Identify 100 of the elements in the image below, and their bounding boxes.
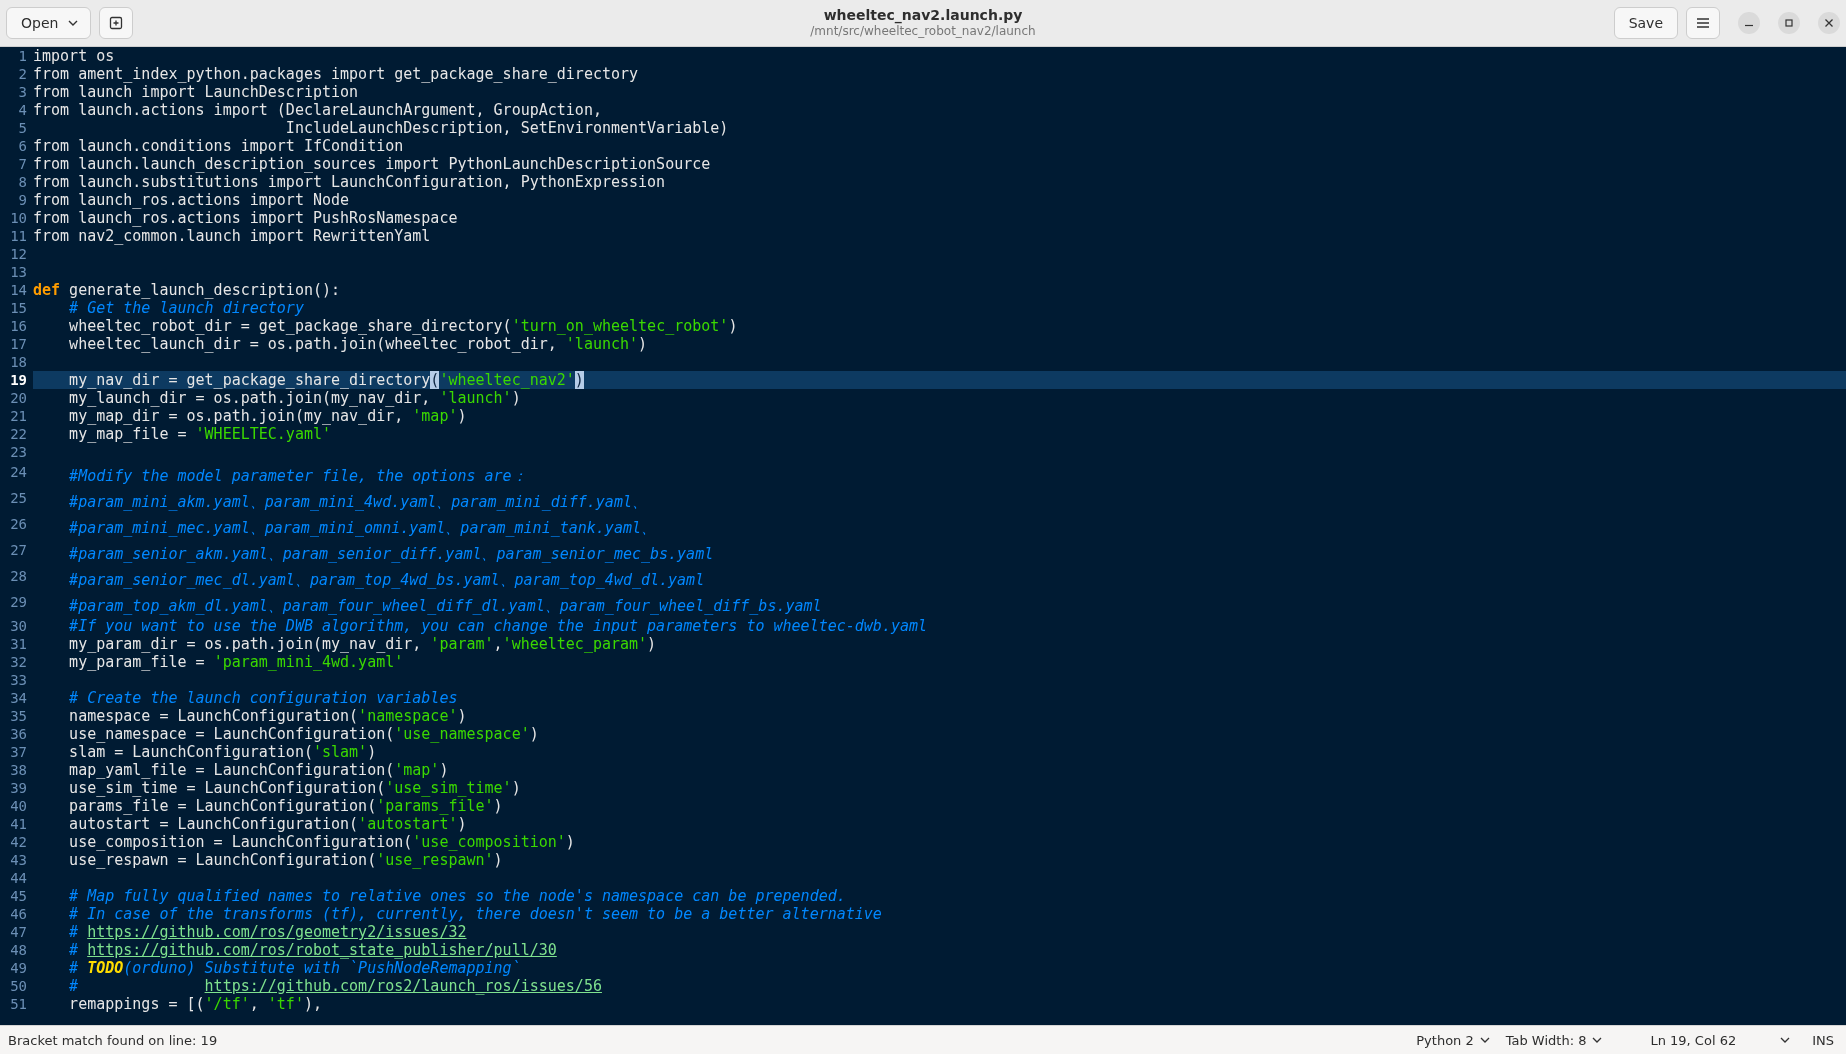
code-line: #param_top_akm_dl.yaml、param_four_wheel_diff_dl.yaml、param_four_wheel_diff_bs.yaml [68, 596, 823, 617]
caret-icon [1479, 1037, 1490, 1043]
line-number: 9 [17, 191, 28, 209]
line-number: 27 [9, 541, 28, 560]
code-line: # In case of the transforms (tf), currently, there doesn't seem to be a better alternative [68, 905, 883, 923]
code-line: my_map_file = 'WHEELTEC.yaml' [68, 425, 333, 443]
line-number: 35 [9, 707, 28, 725]
url-text: https://github.com/ros/geometry2/issues/32 [87, 923, 467, 941]
code-line: # Create the launch configuration variables [68, 689, 459, 707]
code-line: use_namespace = LaunchConfiguration('use_namespace') [68, 725, 540, 743]
code-line: from launch import LaunchDescription [33, 83, 360, 101]
line-number: 49 [9, 959, 28, 977]
code-line: #If you want to use the DWB algorithm, you can change the input parameters to wheeltec-dwb.yaml [68, 617, 929, 635]
code-line: use_composition = LaunchConfiguration('use_composition') [68, 833, 576, 851]
line-number: 17 [9, 335, 28, 353]
line-number: 20 [9, 389, 28, 407]
line-number: 48 [9, 941, 28, 959]
line-number: 15 [9, 299, 28, 317]
code-line: from nav2_common.launch import RewrittenYaml [33, 227, 432, 245]
caret-icon [68, 20, 79, 26]
line-number: 39 [9, 779, 28, 797]
line-number: 16 [9, 317, 28, 335]
line-number: 10 [9, 209, 28, 227]
line-number: 3 [17, 83, 28, 101]
code-line: #param_mini_mec.yaml、param_mini_omni.yaml、param_mini_tank.yaml、 [68, 518, 657, 539]
file-path: /mnt/src/wheeltec_robot_nav2/launch [810, 24, 1036, 39]
line-number: 37 [9, 743, 28, 761]
line-number: 30 [9, 617, 28, 635]
line-number: 43 [9, 851, 28, 869]
open-button[interactable]: Open [6, 7, 92, 39]
line-number: 32 [9, 653, 28, 671]
new-tab-button[interactable] [99, 7, 134, 39]
menu-button[interactable] [1686, 7, 1720, 39]
code-line: remappings = [('/tf', 'tf'), [68, 995, 323, 1013]
line-number: 41 [9, 815, 28, 833]
line-number: 50 [9, 977, 28, 995]
line-number: 7 [17, 155, 28, 173]
new-tab-icon [109, 16, 124, 30]
code-line: # TODO(orduno) Substitute with `PushNodeRemapping` [68, 959, 522, 977]
code-line: my_param_dir = os.path.join(my_nav_dir, 'param','wheeltec_param') [68, 635, 658, 653]
code-line: wheeltec_robot_dir = get_package_share_directory('turn_on_wheeltec_robot') [68, 317, 739, 335]
code-line: use_sim_time = LaunchConfiguration('use_sim_time') [68, 779, 522, 797]
save-button[interactable]: Save [1613, 7, 1678, 39]
line-number: 2 [17, 65, 28, 83]
line-number: 42 [9, 833, 28, 851]
line-number: 51 [9, 995, 28, 1013]
line-number: 28 [9, 567, 28, 586]
line-number: 34 [9, 689, 28, 707]
code-line: def generate_launch_description(): [33, 281, 342, 299]
code-line: from launch.substitutions import LaunchConfiguration, PythonExpression [33, 173, 667, 191]
code-line: from ament_index_python.packages import get_package_share_directory [33, 65, 640, 83]
line-number: 33 [9, 671, 28, 689]
code-line: namespace = LaunchConfiguration('namespace') [68, 707, 468, 725]
caret-icon [1592, 1037, 1603, 1043]
line-number: 18 [9, 353, 28, 371]
line-number: 6 [17, 137, 28, 155]
line-number: 14 [9, 281, 28, 299]
line-number: 12 [9, 245, 28, 263]
maximize-button[interactable] [1778, 12, 1800, 34]
code-line: my_param_file = 'param_mini_4wd.yaml' [68, 653, 405, 671]
line-number: 5 [17, 119, 28, 137]
url-text: https://github.com/ros2/launch_ros/issues/56 [204, 977, 602, 995]
code-line: from launch_ros.actions import PushRosNamespace [33, 209, 459, 227]
code-line: # Map fully qualified names to relative ones so the node's namespace can be prepended. [68, 887, 847, 905]
line-number: 4 [17, 101, 28, 119]
line-number: 29 [9, 593, 28, 612]
close-button[interactable] [1818, 12, 1840, 34]
code-line: from launch.actions import (DeclareLaunchArgument, GroupAction, [33, 101, 603, 119]
code-line: IncludeLaunchDescription, SetEnvironmentVariable) [284, 119, 730, 137]
line-number: 21 [9, 407, 28, 425]
code-line: # https://github.com/ros2/launch_ros/issues/56 [68, 977, 603, 995]
line-number: 24 [9, 463, 28, 482]
code-line: # Get the launch directory [68, 299, 305, 317]
line-number: 47 [9, 923, 28, 941]
line-number: 13 [9, 263, 28, 281]
code-line: wheeltec_launch_dir = os.path.join(wheeltec_robot_dir, 'launch') [68, 335, 649, 353]
code-line: #param_mini_akm.yaml、param_mini_4wd.yaml、param_mini_diff.yaml、 [68, 492, 648, 513]
line-number: 22 [9, 425, 28, 443]
code-line: autostart = LaunchConfiguration('autostart') [68, 815, 468, 833]
code-line: # https://github.com/ros/geometry2/issues/32 [68, 923, 468, 941]
line-number: 46 [9, 905, 28, 923]
close-icon [1825, 19, 1833, 27]
tab-width-selector[interactable]: Tab Width: 8 [1497, 1032, 1611, 1048]
line-number: 44 [9, 869, 28, 887]
code-line: #param_senior_mec_dl.yaml、param_top_4wd_bs.yaml、param_top_4wd_dl.yaml [68, 570, 706, 591]
line-number: 23 [9, 443, 28, 461]
code-line: map_yaml_file = LaunchConfiguration('map') [68, 761, 450, 779]
language-selector[interactable]: Python 2 [1408, 1032, 1498, 1048]
code-line: from launch_ros.actions import Node [33, 191, 351, 209]
line-number: 11 [9, 227, 28, 245]
line-number: 25 [9, 489, 28, 508]
line-number: 40 [9, 797, 28, 815]
line-number: 31 [9, 635, 28, 653]
cursor-position: Ln 19, Col 62 [1650, 1032, 1737, 1048]
code-line: import os [33, 47, 116, 65]
line-number: 45 [9, 887, 28, 905]
code-line: #Modify the model parameter file, the options are： [68, 466, 528, 487]
code-line: #param_senior_akm.yaml、param_senior_diff.yaml、param_senior_mec_bs.yaml [68, 544, 715, 565]
status-message: Bracket match found on line: 19 [8, 1032, 218, 1048]
window-title: wheeltec_nav2.launch.py [822, 7, 1024, 25]
